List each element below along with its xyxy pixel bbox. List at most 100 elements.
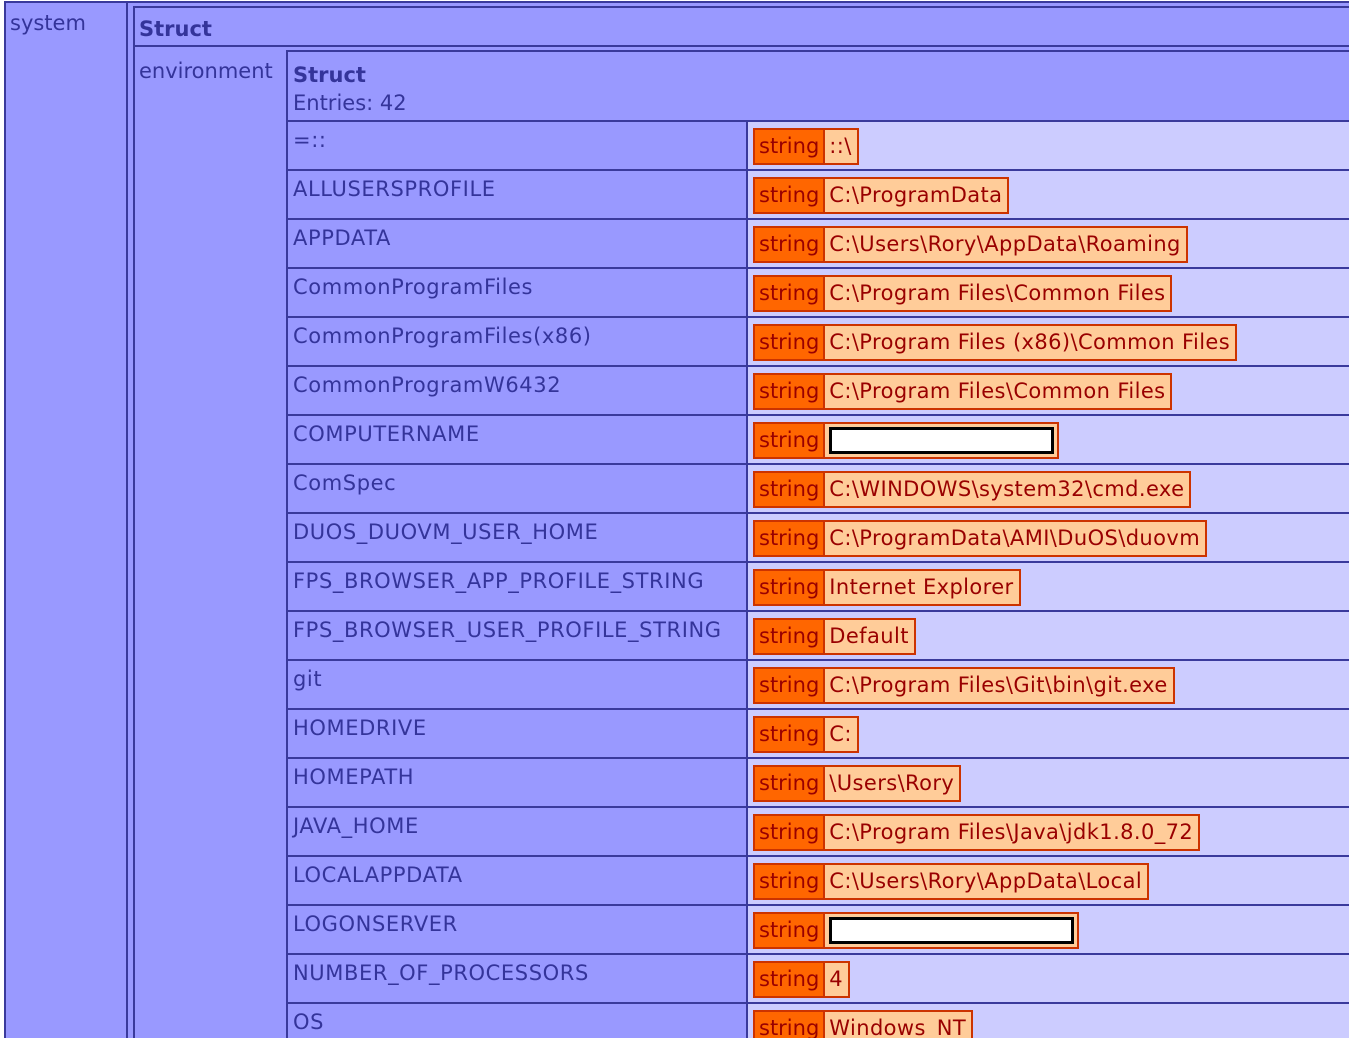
string-type-label[interactable]: string — [755, 228, 826, 261]
env-key-cell[interactable]: CommonProgramFiles — [288, 269, 748, 316]
string-value-text: C: — [825, 718, 857, 751]
env-key-label: ComSpec — [293, 471, 397, 495]
string-type-label[interactable]: string — [755, 473, 826, 506]
env-key-label: JAVA_HOME — [293, 814, 419, 838]
string-value-box: string — [753, 422, 1060, 459]
env-key-label: OS — [293, 1010, 325, 1034]
string-value-box: string C: — [753, 716, 859, 753]
env-row: CommonProgramW6432 string C:\Program Files… — [288, 367, 1349, 416]
string-value-box: string C:\Program Files\Git\bin\git.exe — [753, 667, 1175, 704]
env-key-cell[interactable]: =:: — [288, 122, 748, 169]
string-type-label[interactable]: string — [755, 669, 826, 702]
env-key-label: DUOS_DUOVM_USER_HOME — [293, 520, 599, 544]
env-value-cell: string C:\Program Files (x86)\Common File… — [748, 318, 1349, 365]
env-value-cell: string C: — [748, 710, 1349, 757]
string-type-label[interactable]: string — [755, 326, 826, 359]
string-value-box: string Default — [753, 618, 916, 655]
env-key-label: LOGONSERVER — [293, 912, 458, 936]
environment-struct: Struct Entries: 42 =:: string::\ALLUSERSP… — [286, 50, 1349, 1038]
env-value-cell: string 4 — [748, 955, 1349, 1002]
string-value-text: ::\ — [825, 130, 857, 163]
string-type-label[interactable]: string — [755, 865, 826, 898]
env-row: LOCALAPPDATA string C:\Users\Rory\AppData\… — [288, 857, 1349, 906]
string-value-box: string C:\Program Files\Common Files — [753, 373, 1173, 410]
string-value-text: C:\Program Files\Common Files — [825, 375, 1171, 408]
string-type-label[interactable]: string — [755, 963, 826, 996]
string-type-label[interactable]: string — [755, 620, 826, 653]
environment-entries-count: Entries: 42 — [293, 91, 407, 115]
env-value-cell: string \Users\Rory — [748, 759, 1349, 806]
env-key-cell[interactable]: LOCALAPPDATA — [288, 857, 748, 904]
env-key-cell[interactable]: HOMEDRIVE — [288, 710, 748, 757]
string-type-label[interactable]: string — [755, 522, 826, 555]
string-type-label[interactable]: string — [755, 816, 826, 849]
env-key-cell[interactable]: HOMEPATH — [288, 759, 748, 806]
system-key-cell: system — [6, 3, 128, 1038]
string-type-label[interactable]: string — [755, 1012, 826, 1038]
env-row: LOGONSERVER string — [288, 906, 1349, 955]
env-key-cell[interactable]: COMPUTERNAME — [288, 416, 748, 463]
string-value-box: string 4 — [753, 961, 851, 998]
env-key-cell[interactable]: ComSpec — [288, 465, 748, 512]
string-type-label[interactable]: string — [755, 277, 826, 310]
env-key-cell[interactable]: FPS_BROWSER_USER_PROFILE_STRING — [288, 612, 748, 659]
env-key-cell[interactable]: JAVA_HOME — [288, 808, 748, 855]
string-type-label[interactable]: string — [755, 375, 826, 408]
env-key-cell[interactable]: git — [288, 661, 748, 708]
string-type-label[interactable]: string — [755, 179, 826, 212]
string-value-text: C:\Program Files\Git\bin\git.exe — [825, 669, 1173, 702]
string-value-text: C:\ProgramData — [825, 179, 1008, 212]
env-key-cell[interactable]: CommonProgramW6432 — [288, 367, 748, 414]
env-value-cell: string::\ — [748, 122, 1349, 169]
env-row: FPS_BROWSER_APP_PROFILE_STRING string Inte… — [288, 563, 1349, 612]
env-key-cell[interactable]: LOGONSERVER — [288, 906, 748, 953]
env-value-cell: string C:\Users\Rory\AppData\Roaming — [748, 220, 1349, 267]
env-value-cell: string C:\Program Files\Common Files — [748, 367, 1349, 414]
environment-struct-header[interactable]: Struct Entries: 42 — [288, 52, 1349, 122]
env-key-label: LOCALAPPDATA — [293, 863, 463, 887]
string-value-text: \Users\Rory — [825, 767, 960, 800]
string-value-text: Default — [825, 620, 914, 653]
env-value-cell: string C:\Program Files\Java\jdk1.8.0_72 — [748, 808, 1349, 855]
env-row: DUOS_DUOVM_USER_HOME string C:\ProgramData… — [288, 514, 1349, 563]
env-key-cell[interactable]: DUOS_DUOVM_USER_HOME — [288, 514, 748, 561]
environment-struct-title: Struct — [293, 63, 366, 87]
string-type-label[interactable]: string — [755, 718, 826, 751]
string-value-text: Windows_NT — [825, 1012, 972, 1038]
string-type-label[interactable]: string — [755, 424, 826, 457]
string-value-text: C:\Users\Rory\AppData\Roaming — [825, 228, 1186, 261]
string-value-box: string C:\Program Files (x86)\Common File… — [753, 324, 1238, 361]
string-value-box: string C:\WINDOWS\system32\cmd.exe — [753, 471, 1192, 508]
env-value-cell: string — [748, 416, 1349, 463]
string-value-box: string C:\ProgramData\AMI\DuOS\duovm — [753, 520, 1208, 557]
system-struct: Struct environment Struct Entries: 42 =:… — [133, 6, 1349, 1038]
string-value-text: 4 — [825, 963, 849, 996]
env-row: CommonProgramFiles string C:\Program Files… — [288, 269, 1349, 318]
env-key-label: FPS_BROWSER_USER_PROFILE_STRING — [293, 618, 722, 642]
env-key-label: ALLUSERSPROFILE — [293, 177, 496, 201]
env-key-cell[interactable]: NUMBER_OF_PROCESSORS — [288, 955, 748, 1002]
string-type-label[interactable]: string — [755, 914, 826, 947]
env-key-cell[interactable]: APPDATA — [288, 220, 748, 267]
env-key-cell[interactable]: CommonProgramFiles(x86) — [288, 318, 748, 365]
string-value-box: string C:\Users\Rory\AppData\Roaming — [753, 226, 1188, 263]
system-struct-header[interactable]: Struct — [135, 8, 1349, 47]
dump-root: system Struct environment Struct Entries… — [4, 1, 1349, 1038]
string-type-label[interactable]: string — [755, 571, 826, 604]
env-key-cell[interactable]: ALLUSERSPROFILE — [288, 171, 748, 218]
env-row: HOMEPATH string \Users\Rory — [288, 759, 1349, 808]
redacted-value-block — [829, 427, 1055, 454]
string-value-box: string Internet Explorer — [753, 569, 1021, 606]
env-key-cell[interactable]: FPS_BROWSER_APP_PROFILE_STRING — [288, 563, 748, 610]
env-value-cell: string C:\Program Files\Git\bin\git.exe — [748, 661, 1349, 708]
env-key-label: HOMEPATH — [293, 765, 415, 789]
env-value-cell: string Windows_NT — [748, 1004, 1349, 1038]
env-key-label: APPDATA — [293, 226, 391, 250]
env-value-cell: string Internet Explorer — [748, 563, 1349, 610]
string-value-box: string C:\ProgramData — [753, 177, 1010, 214]
env-key-cell[interactable]: OS — [288, 1004, 748, 1038]
env-row: =:: string::\ — [288, 122, 1349, 171]
string-type-label[interactable]: string — [755, 767, 826, 800]
string-type-label[interactable]: string — [755, 130, 826, 163]
env-row: COMPUTERNAME string — [288, 416, 1349, 465]
